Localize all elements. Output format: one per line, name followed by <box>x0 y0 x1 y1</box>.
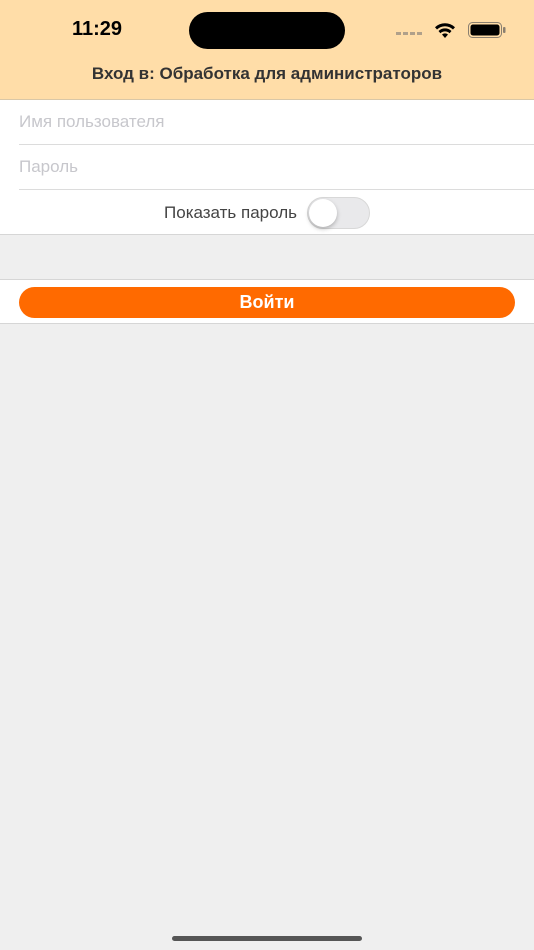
header-bar: 11:29 Вход в: Обработка для администрато… <box>0 0 534 100</box>
dynamic-island <box>189 12 345 49</box>
toggle-knob <box>308 198 337 227</box>
show-password-label: Показать пароль <box>164 202 297 222</box>
login-button[interactable]: Войти <box>19 287 515 318</box>
signal-icon <box>396 32 422 35</box>
wifi-icon <box>435 23 455 38</box>
battery-icon <box>468 22 506 38</box>
status-time: 11:29 <box>72 18 123 40</box>
login-form: Показать пароль <box>0 100 534 235</box>
show-password-row: Показать пароль <box>0 190 534 235</box>
home-indicator <box>172 936 362 941</box>
login-button-row: Войти <box>0 279 534 324</box>
password-field[interactable] <box>19 145 534 190</box>
show-password-toggle[interactable] <box>306 196 370 229</box>
username-field[interactable] <box>19 100 534 145</box>
page-title: Вход в: Обработка для администраторов <box>91 64 443 83</box>
